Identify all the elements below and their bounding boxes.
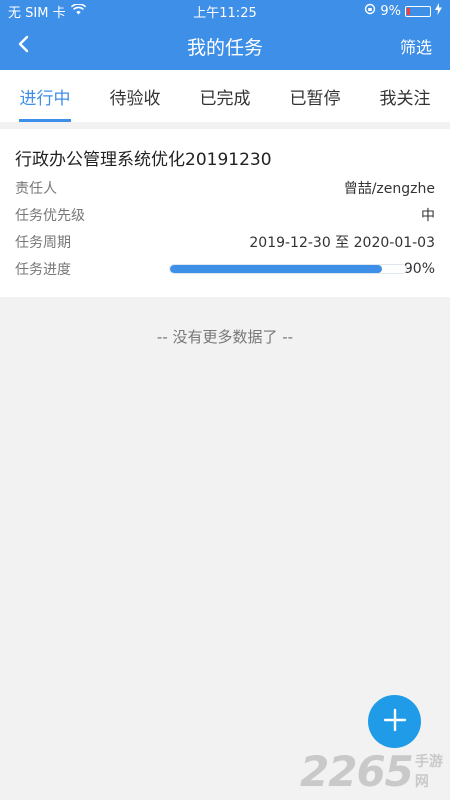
tab-paused[interactable]: 已暂停	[270, 70, 360, 122]
plus-icon	[383, 708, 407, 736]
header: 无 SIM 卡 上午11:25 9% 我的任务 筛选	[0, 0, 450, 70]
owner-value: 曾喆/zengzhe	[343, 181, 435, 197]
nav-bar: 我的任务 筛选	[0, 22, 450, 70]
priority-value: 中	[421, 208, 435, 224]
owner-row: 责任人 曾喆/zengzhe	[15, 177, 435, 199]
task-card[interactable]: 行政办公管理系统优化20191230 责任人 曾喆/zengzhe 任务优先级 …	[0, 129, 450, 297]
chevron-left-icon	[17, 35, 29, 57]
add-task-button[interactable]	[368, 695, 421, 748]
page-title: 我的任务	[186, 36, 263, 59]
priority-label: 任务优先级	[15, 208, 85, 224]
progress-bar	[169, 264, 407, 274]
filter-button[interactable]: 筛选	[400, 34, 450, 58]
watermark-text: 手游网	[414, 754, 443, 790]
tab-bar: 进行中 待验收 已完成 已暂停 我关注	[0, 70, 450, 122]
back-button[interactable]	[0, 22, 46, 70]
tab-pending-acceptance[interactable]: 待验收	[90, 70, 180, 122]
progress-label: 任务进度	[15, 262, 71, 278]
status-bar: 无 SIM 卡 上午11:25 9%	[0, 0, 450, 22]
task-title: 行政办公管理系统优化20191230	[15, 150, 272, 170]
progress-row: 任务进度 90%	[15, 258, 435, 280]
period-row: 任务周期 2019-12-30 至 2020-01-03	[15, 231, 435, 253]
no-more-data: -- 没有更多数据了 --	[156, 328, 294, 346]
tab-in-progress[interactable]: 进行中	[0, 70, 90, 122]
priority-row: 任务优先级 中	[15, 204, 435, 226]
watermark-number: 2265	[300, 746, 414, 796]
progress-fill	[170, 265, 383, 273]
status-time: 上午11:25	[193, 5, 257, 21]
watermark-logo: 2265 手游网	[300, 742, 450, 800]
progress-percent: 90%	[403, 261, 435, 277]
tab-completed[interactable]: 已完成	[180, 70, 270, 122]
tab-following[interactable]: 我关注	[360, 70, 450, 122]
battery-icon	[405, 5, 431, 17]
owner-label: 责任人	[15, 181, 57, 197]
period-label: 任务周期	[15, 235, 71, 251]
period-value: 2019-12-30 至 2020-01-03	[249, 235, 435, 251]
